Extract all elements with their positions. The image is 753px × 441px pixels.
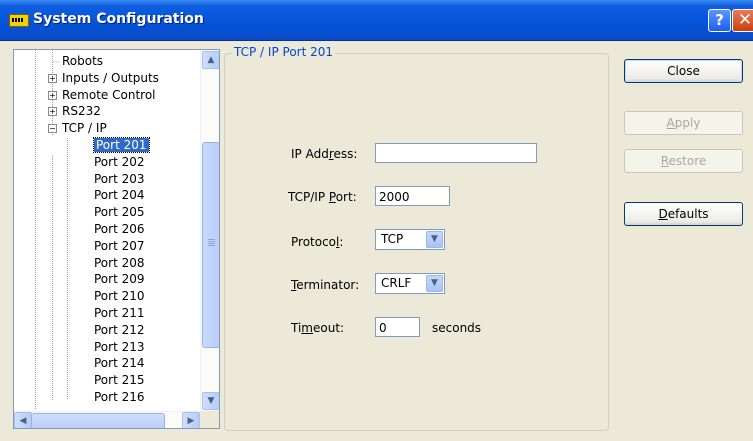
tree-horizontal-scrollbar[interactable]: ◀ ▶ [14, 411, 200, 428]
tree-item-label: Port 205 [94, 205, 145, 220]
tree-item[interactable]: Port 202 [94, 154, 145, 170]
group-title: TCP / IP Port 201 [232, 45, 336, 59]
tree-item[interactable]: Port 210 [94, 288, 145, 304]
tree-item[interactable]: + Remote Control [48, 87, 156, 103]
tree-item-label: Port 210 [94, 289, 145, 304]
tree-item[interactable]: Port 211 [94, 305, 145, 321]
horizontal-scroll-thumb[interactable] [31, 413, 165, 428]
scroll-right-icon[interactable]: ▶ [182, 412, 200, 428]
tree-item-label: Port 207 [94, 238, 145, 253]
help-button[interactable]: ? [708, 9, 731, 32]
tree-item-label: Port 213 [94, 339, 145, 354]
scroll-up-icon[interactable]: ▲ [202, 51, 219, 69]
tree-item[interactable]: Robots [62, 53, 103, 69]
config-tree[interactable]: Robots + Inputs / Outputs + Remote Control + R… [13, 49, 220, 429]
tree-item[interactable]: Port 207 [94, 238, 145, 254]
tree-item[interactable]: Port 209 [94, 271, 145, 287]
tree-item[interactable]: Port 215 [94, 372, 145, 388]
restore-button[interactable]: Restore [624, 149, 743, 173]
scroll-down-icon[interactable]: ▼ [202, 392, 219, 410]
chevron-down-icon[interactable]: ▼ [426, 231, 443, 248]
protocol-value: TCP [381, 232, 404, 246]
terminator-select[interactable]: CRLF ▼ [375, 273, 445, 294]
ip-address-input[interactable] [375, 143, 537, 163]
close-button[interactable]: Close [624, 59, 743, 83]
tree-item-label: Port 204 [94, 188, 145, 203]
tree-item-label: Port 216 [94, 390, 145, 404]
tree-item[interactable]: Port 216 [94, 389, 145, 405]
tree-item-label: Inputs / Outputs [62, 70, 159, 85]
vertical-scroll-thumb[interactable] [202, 142, 219, 348]
defaults-button[interactable]: Defaults [624, 202, 743, 226]
collapse-icon[interactable]: − [48, 124, 57, 134]
title-bar[interactable]: System Configuration ? ✕ [0, 0, 753, 41]
scroll-corner [200, 411, 219, 428]
tree-item[interactable]: Port 206 [94, 221, 145, 237]
expand-icon[interactable]: + [48, 107, 57, 117]
tree-item[interactable]: + Inputs / Outputs [48, 70, 159, 86]
tree-item[interactable]: Port 208 [94, 255, 145, 271]
tree-item[interactable]: Port 205 [94, 204, 145, 220]
tree-item-label: Port 206 [94, 222, 145, 236]
terminator-value: CRLF [381, 276, 412, 290]
ip-address-label: IP Address: [291, 147, 358, 161]
tree-item[interactable]: Port 201 [93, 137, 150, 153]
timeout-input[interactable]: 0 [375, 317, 420, 337]
tcpip-port-label: TCP/IP Port: [288, 190, 357, 204]
terminator-label: Terminator: [291, 278, 360, 292]
tree-item-label: Port 212 [94, 322, 145, 337]
tree-item-label: Port 215 [94, 373, 145, 388]
tree-item[interactable]: Port 212 [94, 322, 145, 338]
timeout-label: Timeout: [291, 321, 345, 335]
tree-item-label: Port 208 [94, 255, 145, 270]
tree-item-label: Port 202 [94, 154, 145, 169]
window-title: System Configuration [33, 11, 204, 27]
tree-item-label: Remote Control [62, 87, 156, 102]
tree-item-label: Port 214 [94, 356, 145, 371]
timeout-units: seconds [432, 321, 482, 335]
tree-vertical-scrollbar[interactable]: ▲ ▼ [200, 50, 219, 411]
tree-item-label: Port 209 [94, 272, 145, 287]
apply-button[interactable]: Apply [624, 111, 743, 135]
tree-item-label: Port 203 [94, 171, 145, 186]
app-icon [9, 14, 29, 27]
tree-item-label: Port 201 [93, 137, 150, 153]
tree-item-label: Robots [62, 54, 104, 68]
tree-item[interactable]: Port 203 [94, 171, 145, 187]
expand-icon[interactable]: + [48, 90, 57, 100]
tree-item-label: TCP / IP [62, 121, 107, 136]
tree-item[interactable]: Port 213 [94, 339, 145, 355]
chevron-down-icon[interactable]: ▼ [426, 275, 443, 292]
tree-item[interactable]: + RS232 [48, 103, 101, 119]
scroll-left-icon[interactable]: ◀ [14, 412, 32, 428]
tcpip-port-input[interactable]: 2000 [375, 186, 450, 206]
tree-item[interactable]: − TCP / IP [48, 120, 107, 136]
close-window-button[interactable]: ✕ [732, 9, 753, 32]
tree-item[interactable]: Port 214 [94, 355, 145, 371]
protocol-label: Protocol: [291, 235, 344, 249]
tree-item[interactable]: Port 204 [94, 187, 145, 203]
tree-item-label: RS232 [62, 104, 101, 119]
protocol-select[interactable]: TCP ▼ [375, 229, 445, 250]
expand-icon[interactable]: + [48, 73, 57, 83]
tree-item-label: Port 211 [94, 306, 145, 320]
